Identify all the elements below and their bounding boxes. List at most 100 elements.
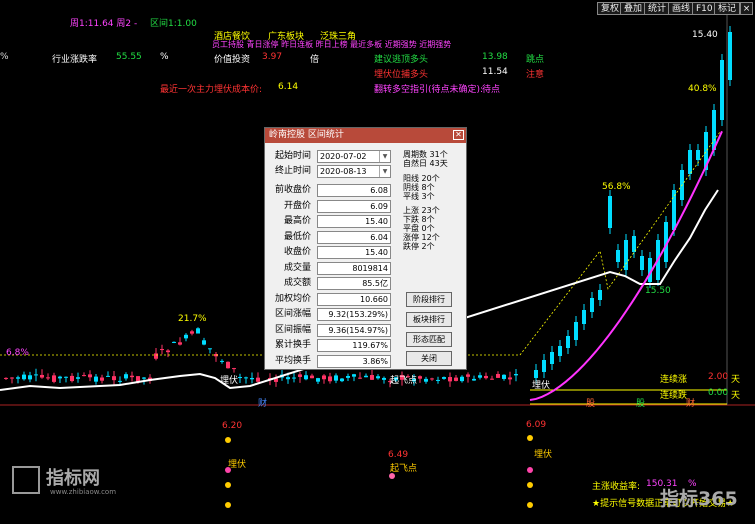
candle-body (232, 368, 236, 370)
stats-field-value: 3.86% (317, 354, 391, 368)
candle-body (322, 375, 326, 380)
candle-body (582, 310, 586, 324)
stats-field-row: 收盘价 15.40 (267, 245, 393, 260)
stat-yin: 阴线 8个 (403, 183, 435, 192)
stats-field-value: 6.04 (317, 230, 391, 244)
stats-moves: 上涨 23个 下跌 8个 平盘 0个 涨停 12个 跌停 2个 (403, 206, 440, 251)
sector-rank-button[interactable]: 板块排行 (406, 312, 452, 327)
dialog-title: 岭南控股 区间统计 (269, 130, 344, 140)
stats-field-label: 开盘价 (283, 200, 311, 211)
candle-body (34, 374, 38, 376)
close-button[interactable]: 关闭 (406, 351, 452, 366)
candle-body (424, 378, 428, 382)
pattern-match-button[interactable]: 形态匹配 (406, 332, 452, 347)
signal3-label: 埋伏 (534, 450, 553, 460)
stat-limit-down: 跌停 2个 (403, 242, 435, 251)
candle-body (382, 377, 386, 380)
stats-field-label: 前收盘价 (274, 185, 311, 195)
stats-field-label: 最低价 (283, 231, 311, 242)
candle-body (472, 378, 476, 381)
start-time-label: 起始时间 (274, 151, 311, 161)
stage-rank-button[interactable]: 阶段排行 (406, 292, 452, 307)
stats-field-value: 8019814 (317, 261, 391, 275)
candle-body (728, 32, 732, 80)
candle-body (358, 377, 362, 379)
candle-body (250, 377, 254, 380)
candle-body (334, 375, 338, 381)
candle-body (88, 374, 92, 378)
candle-body (100, 377, 104, 381)
candle-body (696, 150, 700, 160)
candle-body (70, 375, 74, 382)
candle-body (502, 374, 506, 379)
candle-body (76, 377, 80, 379)
stats-field-label: 成交额 (283, 278, 311, 288)
candle-body (130, 375, 134, 378)
stats-field-row: 成交额 85.5亿 (267, 276, 393, 291)
dialog-title-bar[interactable]: 岭南控股 区间统计 ✕ (265, 128, 466, 143)
candle-body (448, 377, 452, 382)
stats-field-label: 区间振幅 (274, 324, 311, 335)
signal1-value: 6.20 (222, 421, 243, 431)
signal2-value: 6.49 (388, 450, 409, 460)
stats-field-row: 累计换手 119.67% (267, 338, 393, 353)
stats-field-value: 85.5亿 (317, 277, 391, 290)
signal-marker-3 (527, 435, 533, 508)
candle-body (484, 375, 488, 379)
stat-flat: 平线 3个 (403, 192, 435, 201)
stats-field-label: 最高价 (283, 216, 311, 226)
candle-body (442, 377, 446, 379)
candle-body (566, 336, 570, 348)
start-time-row: 起始时间 2020-07-02 ▼ (267, 149, 393, 164)
candle-body (304, 375, 308, 380)
pct-mid-label: 56.8% (602, 182, 631, 192)
stat-down: 下跌 8个 (403, 215, 435, 224)
stat-yang: 阳线 20个 (403, 174, 440, 183)
stats-field-label: 加权均价 (274, 293, 311, 304)
candle-body (508, 377, 512, 380)
candle-body (220, 360, 224, 362)
candle-body (46, 377, 50, 379)
candle-body (292, 377, 296, 379)
candle-body (112, 376, 116, 381)
candle-body (160, 348, 164, 351)
candle-body (190, 331, 194, 334)
candle-body (28, 375, 32, 380)
candle-body (52, 375, 56, 382)
candle-body (436, 379, 440, 381)
brand-logo-icon (12, 466, 40, 494)
candle-body (632, 236, 636, 252)
interval-stats-dialog[interactable]: 岭南控股 区间统计 ✕ 起始时间 2020-07-02 ▼ 终止时间 2020-0… (264, 127, 467, 370)
cont-up-unit: 天 (731, 375, 741, 385)
candle-body (298, 374, 302, 377)
candle-body (720, 60, 724, 120)
candle-body (490, 378, 494, 380)
marker-ambush-1: 埋伏 (220, 376, 239, 386)
candle-body (40, 374, 44, 378)
chevron-down-icon[interactable]: ▼ (379, 166, 390, 177)
stat-periods: 周期数 31个 (403, 150, 448, 159)
marker-ambush-2: 埋伏 (532, 381, 551, 391)
candle-body (370, 375, 374, 380)
candle-body (22, 374, 26, 380)
start-date-picker[interactable]: 2020-07-02 ▼ (317, 150, 391, 163)
candle-body (256, 377, 260, 382)
pct-low-label: 21.7% (178, 314, 207, 324)
stats-period: 周期数 31个 自然日 43天 (403, 150, 448, 168)
close-icon[interactable]: ✕ (453, 130, 464, 140)
return-label: 主涨收益率: (592, 482, 641, 492)
chevron-down-icon[interactable]: ▼ (379, 151, 390, 162)
candle-body (430, 378, 434, 380)
tag-cai-1: 财 (258, 399, 268, 409)
candle-body (178, 342, 182, 345)
stats-field-row: 最低价 6.04 (267, 230, 393, 245)
stats-field-value: 15.40 (317, 246, 391, 259)
cont-down-value: 0.00 (708, 388, 729, 398)
stats-field-row: 开盘价 6.09 (267, 199, 393, 214)
candle-body (166, 350, 170, 353)
stats-field-value: 119.67% (317, 339, 391, 352)
end-date-picker[interactable]: 2020-08-13 ▼ (317, 165, 391, 178)
cont-down-label: 连续跌 (660, 391, 688, 401)
stats-field-label: 平均换手 (274, 355, 311, 366)
candle-body (542, 360, 546, 372)
